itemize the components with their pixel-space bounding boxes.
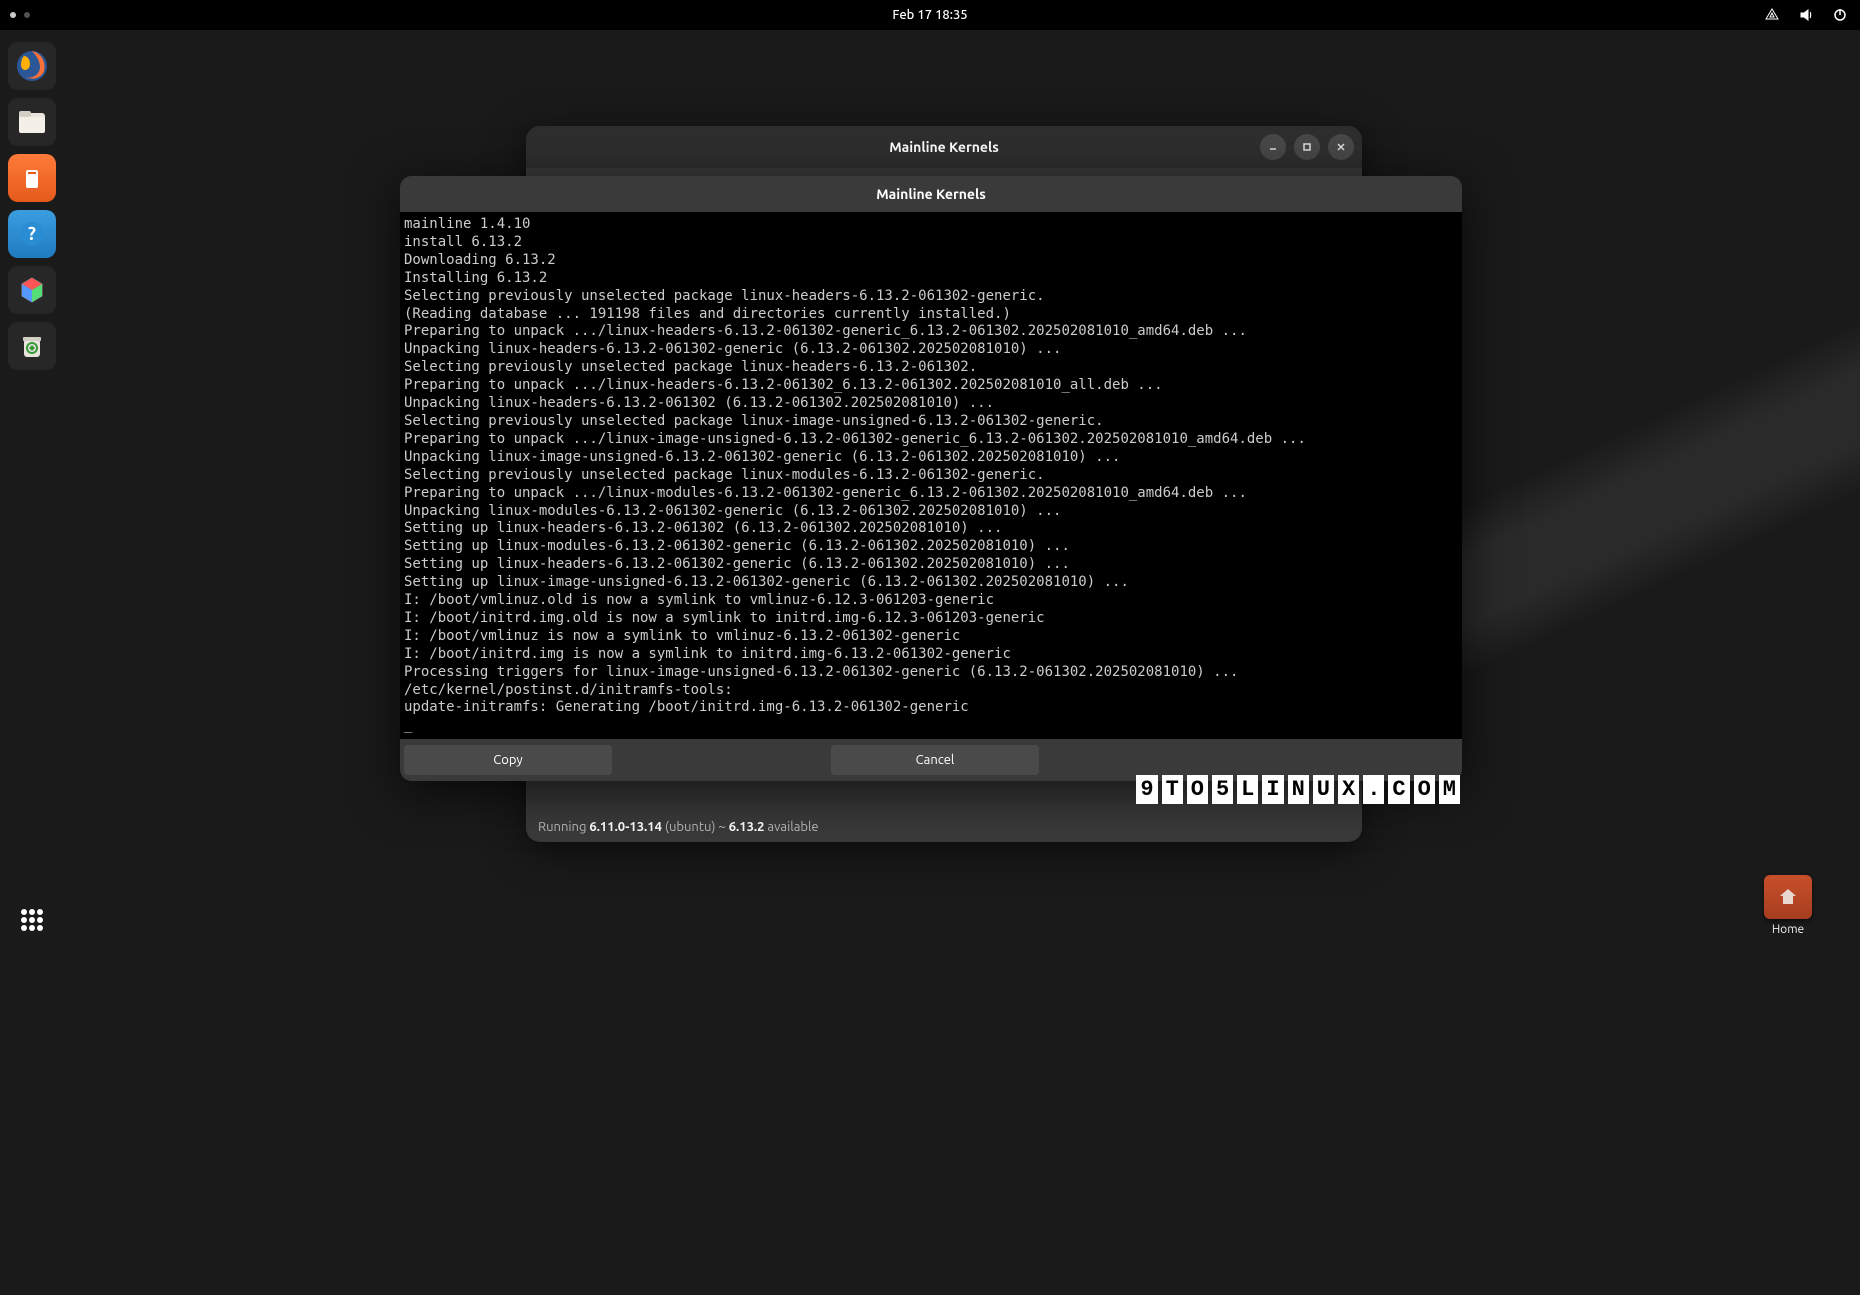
dock-firefox[interactable] (8, 42, 56, 90)
status-available-version: 6.13.2 (729, 820, 765, 834)
topbar-left (10, 12, 30, 18)
window-titlebar[interactable]: Mainline Kernels (526, 126, 1362, 168)
status-prefix: Running (538, 820, 589, 834)
terminal-output[interactable]: mainline 1.4.10 install 6.13.2 Downloadi… (400, 212, 1462, 739)
folder-icon (1764, 875, 1812, 919)
volume-icon[interactable] (1798, 7, 1814, 23)
cancel-button[interactable]: Cancel (831, 745, 1039, 775)
clock[interactable]: Feb 17 18:35 (892, 8, 967, 22)
copy-button[interactable]: Copy (404, 745, 612, 775)
minimize-button[interactable] (1260, 134, 1286, 160)
svg-text:?: ? (28, 224, 36, 244)
system-tray[interactable] (1764, 7, 1848, 23)
dock-activities[interactable] (12, 900, 52, 940)
dialog-title: Mainline Kernels (876, 186, 986, 202)
dock-software[interactable] (8, 154, 56, 202)
status-bar: Running 6.11.0-13.14 (ubuntu) ~ 6.13.2 a… (538, 820, 819, 834)
dock-boxes[interactable] (8, 266, 56, 314)
dock-help[interactable]: ? (8, 210, 56, 258)
home-label: Home (1764, 923, 1812, 936)
close-button[interactable] (1328, 134, 1354, 160)
top-bar: Feb 17 18:35 (0, 0, 1860, 30)
dock-files[interactable] (8, 98, 56, 146)
power-icon[interactable] (1832, 7, 1848, 23)
status-running-version: 6.11.0-13.14 (589, 820, 662, 834)
network-icon[interactable] (1764, 7, 1780, 23)
install-dialog: Mainline Kernels mainline 1.4.10 install… (400, 176, 1462, 781)
window-title: Mainline Kernels (889, 139, 999, 155)
watermark: 9TO5LINUX.COM (1136, 775, 1460, 804)
dialog-titlebar: Mainline Kernels (400, 176, 1462, 212)
dock: ? (4, 34, 60, 950)
desktop-home-icon[interactable]: Home (1764, 875, 1812, 936)
status-available-suffix: available (764, 820, 818, 834)
status-flavor: (ubuntu) ~ (662, 820, 729, 834)
dock-trash[interactable] (8, 322, 56, 370)
maximize-button[interactable] (1294, 134, 1320, 160)
